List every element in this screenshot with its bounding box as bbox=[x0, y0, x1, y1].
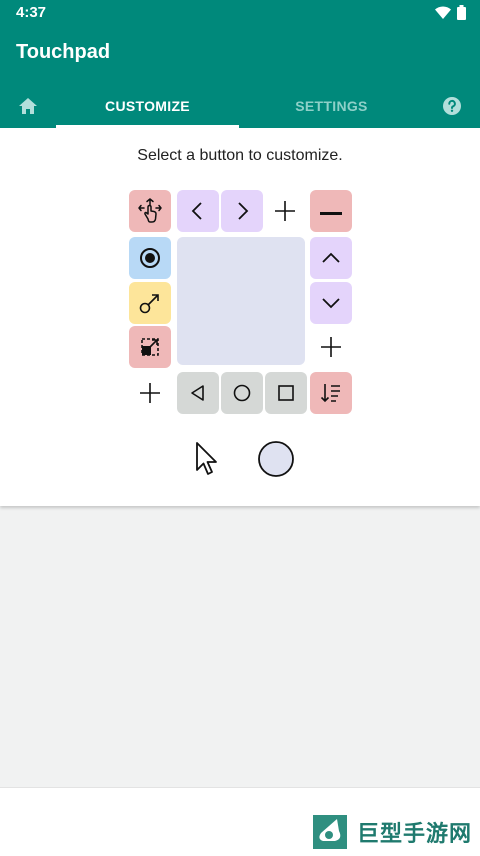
chevron-right-icon bbox=[238, 202, 249, 220]
plus-icon bbox=[140, 383, 160, 403]
battery-icon bbox=[457, 5, 466, 20]
circle-home-icon bbox=[233, 384, 251, 402]
recents-button[interactable] bbox=[265, 372, 307, 414]
down-button[interactable] bbox=[310, 282, 352, 324]
minus-icon bbox=[320, 212, 342, 215]
bottom-area: 巨型手游网 bbox=[0, 787, 480, 856]
app-bar: 4:37 Touchpad CUSTOMIZE SETTINGS bbox=[0, 0, 480, 128]
record-button[interactable] bbox=[129, 237, 171, 279]
left-button[interactable] bbox=[177, 190, 219, 232]
instruction-text: Select a button to customize. bbox=[137, 147, 343, 164]
pointer-drag-icon bbox=[139, 294, 159, 314]
resize-icon bbox=[141, 338, 159, 356]
right-button[interactable] bbox=[221, 190, 263, 232]
help-icon bbox=[443, 97, 461, 115]
tab-customize[interactable]: CUSTOMIZE bbox=[56, 84, 239, 128]
add-right-button[interactable] bbox=[310, 326, 352, 368]
tab-help[interactable] bbox=[432, 84, 472, 128]
square-recents-icon bbox=[278, 385, 294, 401]
customize-card: Select a button to customize. bbox=[0, 128, 480, 506]
tab-settings[interactable]: SETTINGS bbox=[240, 84, 423, 128]
plus-icon bbox=[275, 201, 295, 221]
chevron-up-icon bbox=[322, 252, 340, 263]
resize-button[interactable] bbox=[129, 326, 171, 368]
add-top-button[interactable] bbox=[264, 190, 306, 232]
wifi-icon bbox=[435, 5, 451, 19]
cursor-arrow-icon[interactable] bbox=[194, 441, 222, 477]
app-title: Touchpad bbox=[16, 41, 111, 63]
tab-home[interactable] bbox=[8, 84, 48, 128]
back-button[interactable] bbox=[177, 372, 219, 414]
status-time: 4:37 bbox=[16, 4, 47, 21]
status-icons bbox=[435, 5, 466, 20]
watermark-text: 巨型手游网 bbox=[356, 821, 472, 846]
radio-button-icon bbox=[140, 248, 160, 268]
circle-cursor-icon[interactable] bbox=[257, 440, 295, 478]
minus-button[interactable] bbox=[310, 190, 352, 232]
plus-icon bbox=[321, 337, 341, 357]
pointer-drag-button[interactable] bbox=[129, 282, 171, 324]
move-gesture-button[interactable] bbox=[129, 190, 171, 232]
sort-button[interactable] bbox=[310, 372, 352, 414]
watermark-icon bbox=[312, 815, 347, 849]
touch-area[interactable] bbox=[177, 237, 305, 365]
add-bottom-button[interactable] bbox=[129, 372, 171, 414]
watermark-logo: 巨型手游网 bbox=[307, 809, 472, 855]
tab-bar: CUSTOMIZE SETTINGS bbox=[0, 84, 480, 128]
triangle-back-icon bbox=[191, 385, 204, 401]
hand-move-icon bbox=[138, 198, 162, 223]
chevron-left-icon bbox=[191, 202, 202, 220]
sort-icon bbox=[320, 384, 340, 403]
home-icon bbox=[19, 98, 37, 114]
up-button[interactable] bbox=[310, 237, 352, 279]
home-nav-button[interactable] bbox=[221, 372, 263, 414]
chevron-down-icon bbox=[322, 298, 340, 309]
